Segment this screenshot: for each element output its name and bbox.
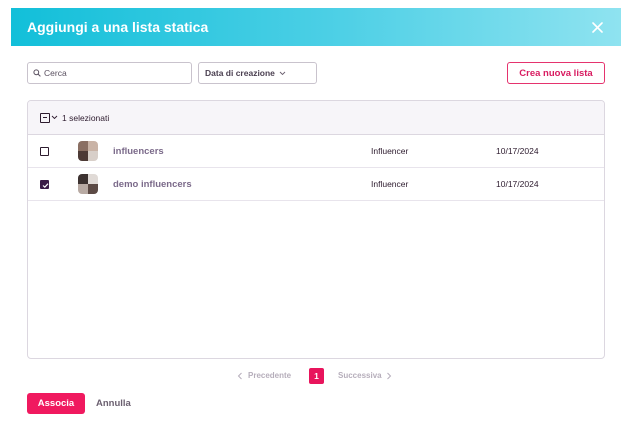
list-date: 10/17/2024 [496,179,539,189]
row-checkbox[interactable] [40,146,49,156]
cancel-button[interactable]: Annulla [96,398,131,409]
list-name[interactable]: demo influencers [113,179,192,190]
search-box[interactable] [27,62,192,84]
list-type: Influencer [371,179,409,189]
search-icon [33,64,41,82]
row-checkbox[interactable] [40,179,49,189]
table-row[interactable]: influencers Influencer 10/17/2024 [28,135,604,168]
checkmark-icon [42,182,49,188]
close-icon[interactable] [589,19,605,35]
pagination: Precedente 1 Successiva [0,368,632,385]
table-header: 1 selezionati [28,101,604,135]
sort-dropdown-label: Data di creazione [205,68,275,78]
chevron-down-icon[interactable] [51,115,58,120]
list-type: Influencer [371,146,409,156]
associate-button[interactable]: Associa [27,393,85,414]
next-page-button[interactable]: Successiva [338,371,392,380]
avatar [78,174,98,194]
chevron-right-icon [386,372,391,379]
create-list-button[interactable]: Crea nuova lista [507,62,605,84]
previous-page-label: Precedente [248,371,292,380]
dialog-header: Aggiungi a una lista statica [11,8,621,46]
current-page[interactable]: 1 [309,368,324,384]
list-name[interactable]: influencers [113,146,164,157]
next-page-label: Successiva [338,371,382,380]
lists-table: 1 selezionati influencers Influencer 10/… [27,100,605,359]
sort-dropdown[interactable]: Data di creazione [198,62,317,84]
chevron-down-icon [279,71,286,76]
toolbar: Data di creazione Crea nuova lista [27,62,605,84]
chevron-left-icon [237,372,242,379]
table-row[interactable]: demo influencers Influencer 10/17/2024 [28,168,604,201]
selected-count: 1 selezionati [62,112,110,123]
previous-page-button[interactable]: Precedente [237,371,291,380]
search-input[interactable] [44,68,184,78]
avatar [78,141,98,161]
list-date: 10/17/2024 [496,146,539,156]
dialog-title: Aggiungi a una lista statica [27,19,209,35]
bulk-select-checkbox[interactable] [40,112,50,123]
bulk-select[interactable] [40,112,58,123]
